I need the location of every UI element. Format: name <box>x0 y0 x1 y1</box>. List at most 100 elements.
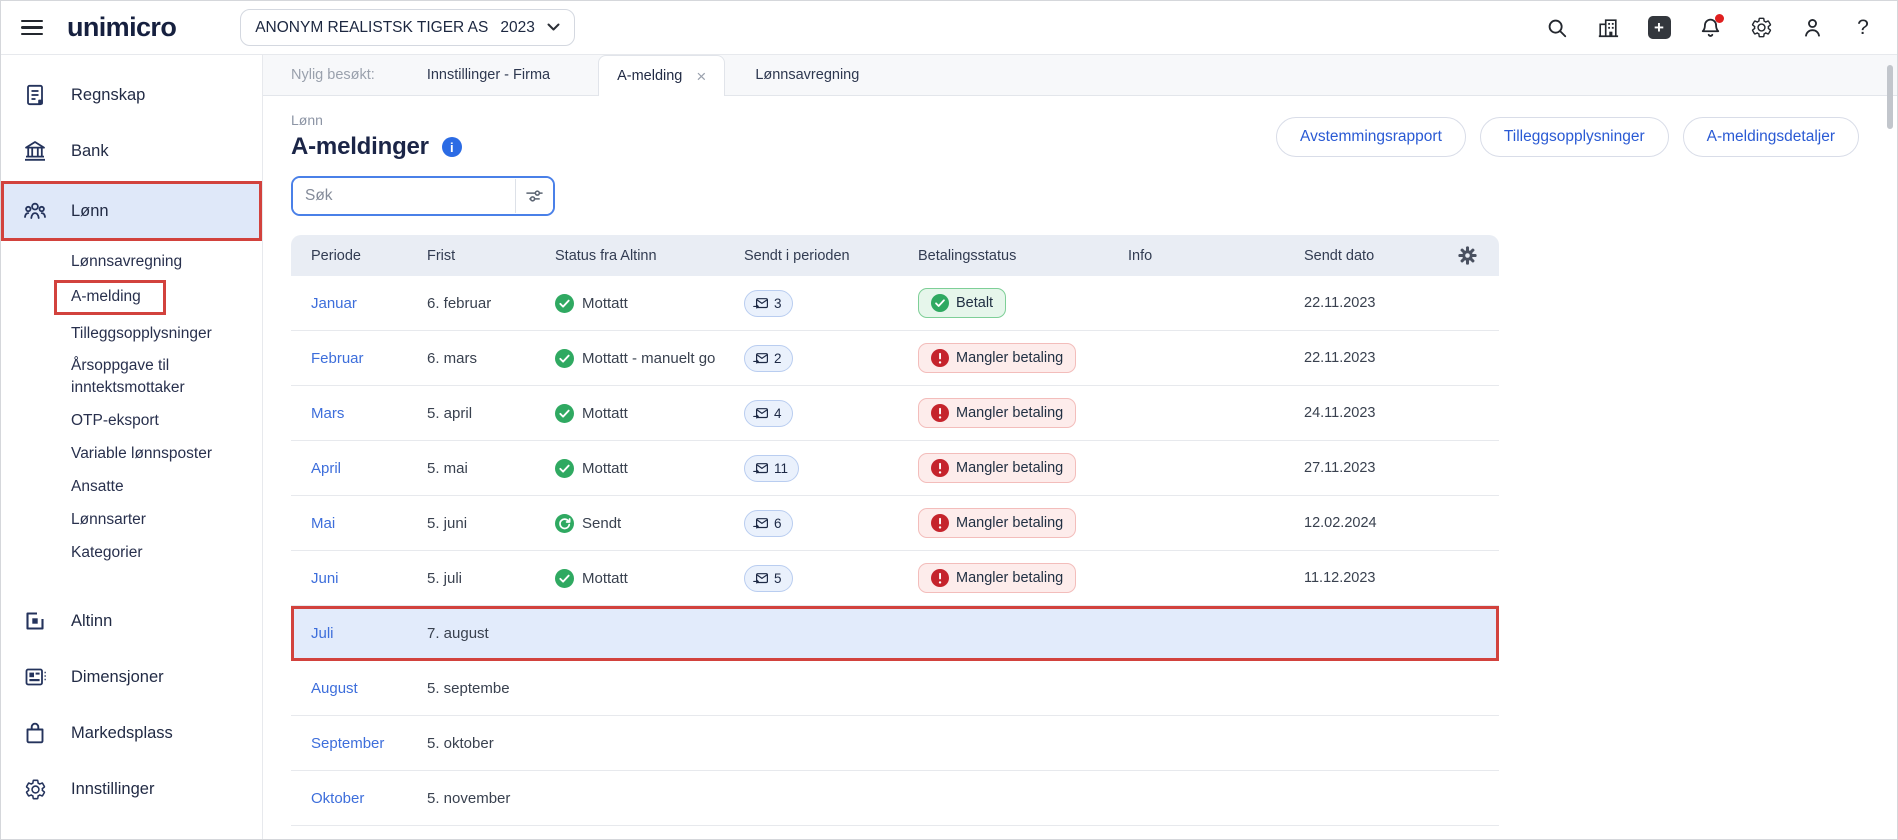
sidebar-subitem-variable-lonnsposter[interactable]: Variable lønnsposter <box>1 437 262 470</box>
tilleggsopplysninger-button[interactable]: Tilleggsopplysninger <box>1479 116 1669 157</box>
column-header-info[interactable]: Info <box>1128 248 1304 264</box>
sidebar-item-label: Lønn <box>71 201 109 220</box>
column-header-periode[interactable]: Periode <box>311 248 427 264</box>
table-row[interactable]: August 5. septembe <box>291 661 1499 716</box>
table-row-selected[interactable]: Juli 7. august <box>291 606 1499 661</box>
sidebar-item-label: Dimensjoner <box>71 667 164 686</box>
notification-badge-dot <box>1715 13 1724 23</box>
table-row[interactable]: Mars 5. april Mottatt 4 Mangler betaling <box>291 386 1499 441</box>
period-link[interactable]: Juli <box>311 625 427 642</box>
sent-count-badge[interactable]: 2 <box>744 344 793 372</box>
settings-gear-icon[interactable] <box>1749 16 1773 40</box>
company-building-icon[interactable] <box>1596 16 1620 40</box>
table-row[interactable]: Januar 6. februar Mottatt 3 Betalt 22.11… <box>291 276 1499 331</box>
table-row[interactable]: Juni 5. juli Mottatt 5 Mangler betaling <box>291 551 1499 606</box>
bank-icon <box>23 139 47 163</box>
sidebar-item-dimensjoner[interactable]: Dimensjoner <box>1 651 262 703</box>
notifications-bell-icon[interactable] <box>1698 13 1724 40</box>
frist-cell: 6. mars <box>427 349 478 367</box>
table-row[interactable]: Februar 6. mars Mottatt - manuelt go 2 M… <box>291 331 1499 386</box>
check-circle-icon <box>555 403 574 423</box>
table-row[interactable]: Mai 5. juni Sendt 6 Mangler betaling 12.… <box>291 496 1499 551</box>
user-profile-icon[interactable] <box>1800 16 1824 40</box>
frist-cell: 6. februar <box>427 294 492 312</box>
payment-status-badge[interactable]: Mangler betaling <box>918 453 1077 483</box>
sidebar-subitem-arsoppgave[interactable]: Årsoppgave til inntektsmottaker <box>1 350 262 404</box>
sidebar-subitem-otp-eksport[interactable]: OTP-eksport <box>1 404 262 437</box>
filter-button[interactable] <box>515 178 553 214</box>
sent-count-badge[interactable]: 11 <box>744 454 800 482</box>
sidebar-item-label: Markedsplass <box>71 723 173 742</box>
info-icon[interactable]: i <box>441 137 462 157</box>
sidebar-subitem-label: Lønnsavregning <box>71 252 183 270</box>
tab-innstillinger-firma[interactable]: Innstillinger - Firma <box>423 55 554 95</box>
payment-status-badge[interactable]: Mangler betaling <box>918 398 1077 428</box>
breadcrumb: Lønn <box>291 112 323 128</box>
column-header-betaling[interactable]: Betalingsstatus <box>918 248 1128 264</box>
sidebar-subitem-label: Variable lønnsposter <box>71 444 213 462</box>
payment-status-badge[interactable]: Mangler betaling <box>918 343 1077 373</box>
table-row[interactable]: April 5. mai Mottatt 11 Mangler betaling <box>291 441 1499 496</box>
search-icon[interactable] <box>1545 16 1569 40</box>
avstemmingsrapport-button[interactable]: Avstemmingsrapport <box>1276 116 1466 157</box>
check-circle-icon <box>555 293 574 313</box>
sidebar-item-lonn[interactable]: Lønn <box>1 181 262 241</box>
sidebar-item-bank[interactable]: Bank <box>1 125 262 177</box>
envelope-send-icon <box>753 407 768 419</box>
sent-date-cell: 22.11.2023 <box>1304 350 1376 366</box>
sent-count-badge[interactable]: 6 <box>744 509 793 537</box>
vertical-scrollbar[interactable] <box>1887 65 1893 129</box>
create-new-icon[interactable]: + <box>1647 16 1671 40</box>
period-link[interactable]: Mai <box>311 515 427 532</box>
sidebar-subitem-lonnsarter[interactable]: Lønnsarter <box>1 503 262 536</box>
sidebar-subitem-kategorier[interactable]: Kategorier <box>1 536 262 569</box>
sidebar-subitem-amelding[interactable]: A-melding <box>1 280 262 315</box>
period-link[interactable]: Februar <box>311 350 427 367</box>
close-icon[interactable]: × <box>696 68 706 85</box>
payment-status-badge[interactable]: Betalt <box>918 288 1007 318</box>
ameldingsdetaljer-button[interactable]: A-meldingsdetaljer <box>1682 116 1859 157</box>
sidebar-item-innstillinger[interactable]: Innstillinger <box>1 763 262 815</box>
period-link[interactable]: August <box>311 680 427 697</box>
dimensions-icon <box>23 665 47 689</box>
sidebar-item-regnskap[interactable]: Regnskap <box>1 69 262 121</box>
table-header-row: Periode Frist Status fra Altinn Sendt i … <box>291 235 1499 276</box>
table-row[interactable]: Oktober 5. november <box>291 771 1499 826</box>
sidebar-item-altinn[interactable]: Altinn <box>1 595 262 647</box>
column-header-sendt[interactable]: Sendt i perioden <box>744 248 918 264</box>
period-link[interactable]: Januar <box>311 295 427 312</box>
sync-circle-icon <box>555 513 574 533</box>
period-link[interactable]: Mars <box>311 405 427 422</box>
period-link[interactable]: September <box>311 735 427 752</box>
column-header-frist[interactable]: Frist <box>427 248 555 264</box>
sent-date-cell: 22.11.2023 <box>1304 295 1376 311</box>
tab-lonnsavregning[interactable]: Lønnsavregning <box>751 55 863 95</box>
column-header-dato[interactable]: Sendt dato <box>1304 248 1454 264</box>
help-icon[interactable]: ? <box>1851 16 1875 40</box>
sent-count-badge[interactable]: 3 <box>744 289 793 317</box>
table-row[interactable]: September 5. oktober <box>291 716 1499 771</box>
sidebar-subitem-label: Lønnsarter <box>71 510 146 528</box>
payment-status-badge[interactable]: Mangler betaling <box>918 563 1077 593</box>
column-header-status[interactable]: Status fra Altinn <box>555 248 744 264</box>
period-link[interactable]: Juni <box>311 570 427 587</box>
column-settings-gear-icon[interactable] <box>1458 246 1477 265</box>
sidebar-subitem-ansatte[interactable]: Ansatte <box>1 470 262 503</box>
sidebar-subitem-lonnsavregning[interactable]: Lønnsavregning <box>1 245 262 278</box>
topbar-actions: + ? <box>1545 13 1875 40</box>
company-selector[interactable]: ANONYM REALISTSK TIGER AS 2023 <box>240 9 575 46</box>
payment-status-badge[interactable]: Mangler betaling <box>918 508 1077 538</box>
sidebar-item-markedsplass[interactable]: Markedsplass <box>1 707 262 759</box>
tab-amelding[interactable]: A-melding × <box>598 55 726 96</box>
annotation-highlight-box: A-melding <box>54 280 166 315</box>
hamburger-menu-icon[interactable] <box>21 19 43 36</box>
sidebar-subitem-label: Tilleggsopplysninger <box>71 324 212 342</box>
unimicro-logo: unimicro <box>67 12 177 42</box>
search-input[interactable] <box>293 178 515 214</box>
sidebar-subitem-tilleggsopplysninger[interactable]: Tilleggsopplysninger <box>1 317 262 350</box>
sent-count-badge[interactable]: 4 <box>744 399 793 427</box>
period-link[interactable]: Oktober <box>311 790 427 807</box>
sent-count-badge[interactable]: 5 <box>744 564 793 592</box>
period-link[interactable]: April <box>311 460 427 477</box>
exclamation-circle-icon <box>931 404 949 422</box>
